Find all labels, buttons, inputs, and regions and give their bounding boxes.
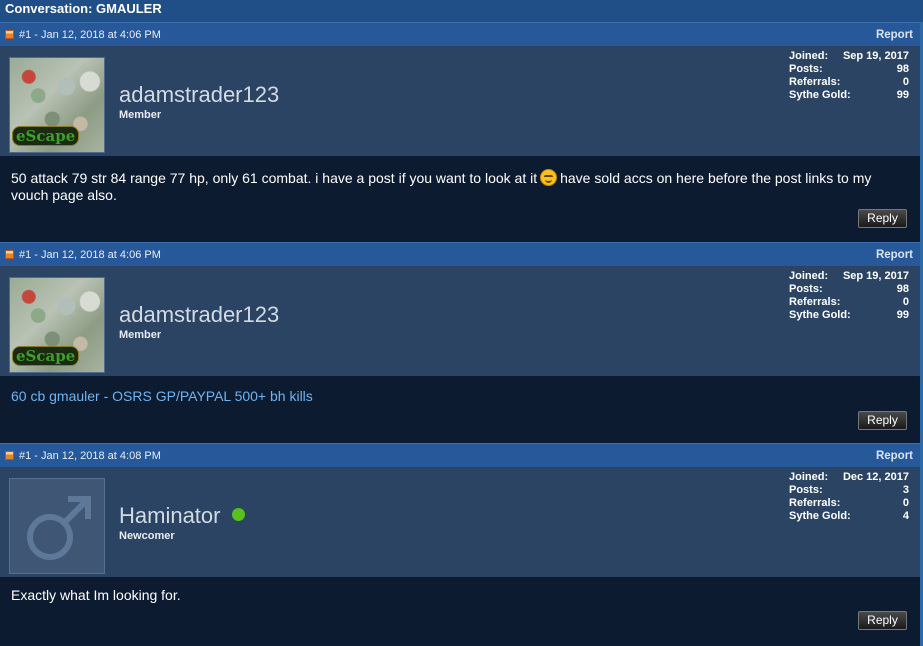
username[interactable]: adamstrader123 (119, 82, 279, 108)
report-link[interactable]: Report (876, 249, 913, 261)
stat-label-referrals: Referrals: (789, 76, 841, 88)
stat-value-joined: Dec 12, 2017 (842, 471, 909, 483)
post-2: #1 - Jan 12, 2018 at 4:06 PM Report eSca… (0, 242, 923, 443)
reply-button[interactable]: Reply (858, 411, 907, 430)
post-body: 60 cb gmauler - OSRS GP/PAYPAL 500+ bh k… (0, 376, 923, 443)
post-meta[interactable]: #1 - Jan 12, 2018 at 4:08 PM (19, 450, 161, 462)
username[interactable]: adamstrader123 (119, 302, 279, 328)
user-stats: Joined: Sep 19, 2017 Posts: 98 Referrals: 0… (789, 50, 909, 102)
thread-link[interactable]: 60 cb gmauler - OSRS GP/PAYPAL 500+ bh k… (11, 388, 901, 405)
post-icon (5, 250, 14, 259)
stat-value-joined: Sep 19, 2017 (842, 270, 909, 282)
stat-value-referrals: 0 (902, 296, 909, 308)
post-message: 50 attack 79 str 84 range 77 hp, only 61… (11, 169, 901, 204)
user-stats: Joined: Sep 19, 2017 Posts: 98 Referrals: 0… (789, 270, 909, 322)
post-meta[interactable]: #1 - Jan 12, 2018 at 4:06 PM (19, 249, 161, 261)
post-message: Exactly what Im looking for. (11, 587, 181, 603)
stat-label-joined: Joined: (789, 471, 829, 483)
post-header: #1 - Jan 12, 2018 at 4:08 PM Report (0, 443, 923, 467)
avatar[interactable]: eScape (9, 57, 105, 153)
report-link[interactable]: Report (876, 450, 913, 462)
report-link[interactable]: Report (876, 29, 913, 41)
stat-label-gold: Sythe Gold: (789, 89, 851, 101)
stat-value-posts: 98 (896, 63, 909, 75)
stat-label-posts: Posts: (789, 484, 823, 496)
online-status-icon (232, 508, 246, 521)
stat-value-posts: 98 (896, 283, 909, 295)
avatar-logo: eScape (12, 126, 80, 146)
username[interactable]: Haminator (119, 503, 246, 529)
stat-value-posts: 3 (902, 484, 909, 496)
stat-label-gold: Sythe Gold: (789, 309, 851, 321)
username-text: Haminator (119, 503, 221, 528)
stat-value-referrals: 0 (902, 497, 909, 509)
post-3: #1 - Jan 12, 2018 at 4:08 PM Report Hami… (0, 443, 923, 646)
stat-value-referrals: 0 (902, 76, 909, 88)
stat-value-joined: Sep 19, 2017 (842, 50, 909, 62)
reply-button[interactable]: Reply (858, 611, 907, 630)
male-symbol-icon (27, 496, 91, 560)
post-icon (5, 30, 14, 39)
user-info: Haminator Newcomer Joined: Dec 12, 2017 P… (0, 467, 923, 577)
conversation-page: Conversation: GMAULER #1 - Jan 12, 2018 … (0, 0, 923, 646)
conversation-title: Conversation: GMAULER (0, 0, 923, 22)
stat-label-referrals: Referrals: (789, 296, 841, 308)
avatar[interactable]: eScape (9, 277, 105, 373)
message-text: 50 attack 79 str 84 range 77 hp, only 61… (11, 170, 538, 186)
stat-value-gold: 99 (896, 89, 909, 101)
post-body: 50 attack 79 str 84 range 77 hp, only 61… (0, 156, 923, 242)
stat-label-gold: Sythe Gold: (789, 510, 851, 522)
user-role: Newcomer (119, 530, 175, 542)
user-info: eScape adamstrader123 Member Joined: Sep … (0, 46, 923, 156)
user-stats: Joined: Dec 12, 2017 Posts: 3 Referrals: 0 … (789, 471, 909, 523)
post-meta[interactable]: #1 - Jan 12, 2018 at 4:06 PM (19, 29, 161, 41)
reply-button[interactable]: Reply (858, 209, 907, 228)
stat-label-joined: Joined: (789, 270, 829, 282)
stat-label-posts: Posts: (789, 283, 823, 295)
stat-label-referrals: Referrals: (789, 497, 841, 509)
post-body: Exactly what Im looking for. Reply (0, 577, 923, 644)
stat-label-posts: Posts: (789, 63, 823, 75)
avatar[interactable] (9, 478, 105, 574)
post-header: #1 - Jan 12, 2018 at 4:06 PM Report (0, 242, 923, 266)
post-icon (5, 451, 14, 460)
post-header: #1 - Jan 12, 2018 at 4:06 PM Report (0, 22, 923, 46)
avatar-logo: eScape (12, 346, 80, 366)
post-1: #1 - Jan 12, 2018 at 4:06 PM Report eSca… (0, 22, 923, 242)
user-role: Member (119, 109, 162, 121)
user-role: Member (119, 329, 162, 341)
stat-value-gold: 99 (896, 309, 909, 321)
smiley-icon (540, 169, 558, 186)
user-info: eScape adamstrader123 Member Joined: Sep … (0, 266, 923, 376)
stat-value-gold: 4 (902, 510, 909, 522)
stat-label-joined: Joined: (789, 50, 829, 62)
